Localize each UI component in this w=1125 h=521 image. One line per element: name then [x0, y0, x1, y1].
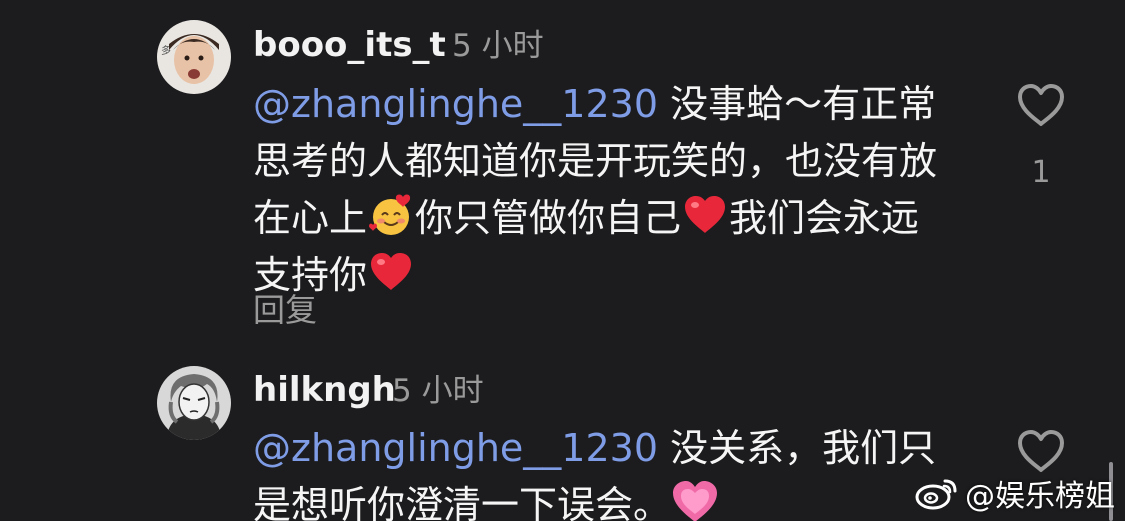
smiling-face-with-hearts-emoji: [369, 194, 411, 235]
weibo-logo-icon: [915, 479, 957, 510]
comment-time: 5 小时: [392, 373, 484, 409]
watermark: @娱乐榜姐: [915, 471, 1115, 515]
watermark-text: @娱乐榜姐: [965, 479, 1115, 514]
reply-button[interactable]: 回复: [253, 290, 317, 330]
heart-outline-icon[interactable]: [1016, 428, 1066, 474]
comment-username[interactable]: booo_its_t: [253, 25, 446, 65]
comment-text: 你只管做你自己: [415, 196, 682, 240]
like-count: 1: [1031, 155, 1051, 190]
red-heart-emoji: [371, 253, 412, 290]
avatar[interactable]: 多: [157, 20, 231, 94]
svg-text:多: 多: [161, 44, 171, 57]
comment-username[interactable]: hilkngh: [253, 370, 396, 410]
growing-pink-heart-emoji: [673, 481, 718, 521]
mention-link[interactable]: @zhanglinghe__1230: [253, 82, 658, 126]
comment-time: 5 小时: [452, 28, 544, 64]
avatar-photo-icon: 多: [157, 20, 231, 94]
heart-outline-icon[interactable]: [1016, 82, 1066, 128]
red-heart-emoji: [685, 196, 726, 233]
comment-body: @zhanglinghe__1230 没事蛤～有正常思考的人都知道你是开玩笑的，…: [253, 76, 953, 304]
avatar-illustration-icon: [157, 366, 231, 440]
avatar[interactable]: [157, 366, 231, 440]
comments-screen: 多 booo_its_t 5 小时 @zhanglinghe__1230 没事蛤…: [0, 0, 1125, 521]
mention-link[interactable]: @zhanglinghe__1230: [253, 426, 658, 470]
comment-body: @zhanglinghe__1230 没关系，我们只是想听你澄清一下误会。: [253, 420, 953, 521]
